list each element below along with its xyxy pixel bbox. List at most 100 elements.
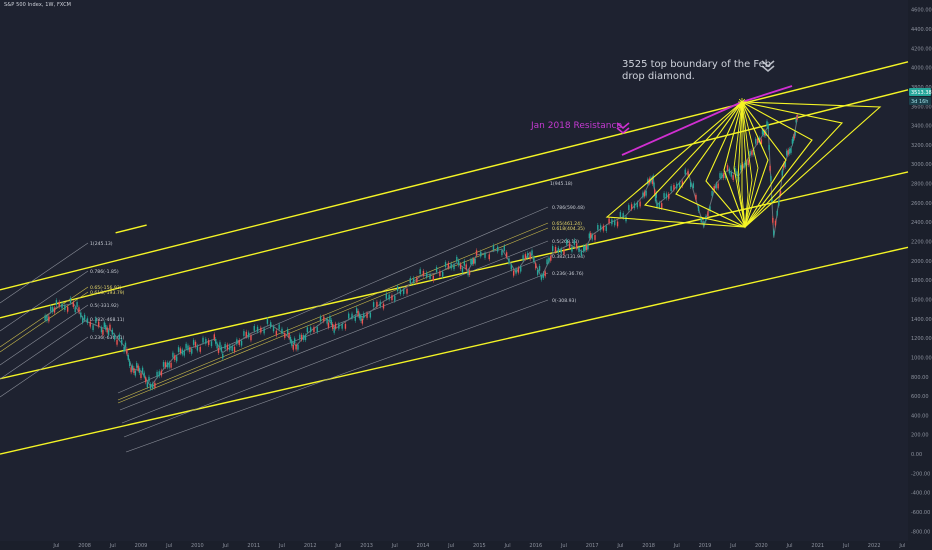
price-chart[interactable]: 4600.004400.004200.004000.003800.003600.…: [0, 0, 932, 550]
y-tick-label: 3400.00: [911, 124, 932, 130]
candle-body: [594, 235, 596, 240]
candle-body: [636, 202, 638, 208]
candle-body: [653, 182, 655, 188]
fib-right-label: 0.618(404.35): [552, 226, 585, 232]
candle-body: [619, 212, 622, 217]
candle-body: [492, 245, 495, 251]
candle-body: [459, 264, 462, 269]
x-tick-label: 2016: [529, 543, 542, 549]
x-tick-label: Jul: [560, 543, 567, 549]
candle-body: [160, 370, 163, 376]
candle-body: [542, 273, 544, 278]
candle-body: [107, 330, 110, 336]
y-tick-label: -600.00: [911, 510, 930, 516]
candle-body: [138, 368, 141, 374]
candle-body: [379, 301, 381, 307]
fib-left-label: 0.5(-331.92): [90, 303, 119, 309]
candle-body: [48, 316, 50, 322]
candle-body: [148, 376, 150, 382]
candle-body: [695, 194, 697, 200]
apex-burst-ray: [738, 98, 743, 103]
candle-body: [588, 233, 591, 239]
y-tick-label: 0.00: [911, 452, 922, 458]
candle-body: [781, 170, 783, 176]
candle-body: [192, 340, 195, 345]
candle-body: [687, 170, 689, 176]
candle-body: [80, 312, 82, 318]
x-tick-label: 2022: [868, 543, 881, 549]
candle-body: [700, 217, 702, 223]
candle-body: [786, 150, 788, 156]
candle-body: [313, 327, 315, 333]
x-tick-label: Jul: [504, 543, 511, 549]
candle-body: [643, 191, 646, 197]
candle-body: [726, 165, 729, 171]
candle-body: [512, 270, 515, 276]
y-tick-label: 2800.00: [911, 182, 932, 188]
fib-right-label: 0.236(-36.76): [552, 271, 584, 277]
candle-body: [732, 175, 734, 180]
candle-body: [739, 165, 742, 171]
chart-canvas[interactable]: 4600.00 4400.00 4200.00 4000.00 3800.00 3600.…: [0, 0, 932, 550]
candle-body: [591, 234, 593, 240]
candle-body: [776, 210, 778, 216]
candle-body: [533, 256, 535, 262]
candle-body: [403, 289, 405, 294]
candle-body: [456, 256, 458, 262]
candle-body: [86, 318, 89, 324]
candle-body: [774, 220, 777, 226]
y-tick-label: 1000.00: [911, 355, 932, 361]
price-badge-lower-text: 3d 16h: [911, 99, 928, 105]
y-tick-label: 4600.00: [911, 8, 932, 14]
candle-body: [563, 249, 565, 255]
candle-body: [628, 205, 630, 210]
candle-body: [216, 343, 218, 349]
candle-body: [288, 333, 290, 338]
candle-body: [409, 278, 411, 283]
candle-body: [179, 348, 182, 354]
candle-body: [412, 277, 415, 283]
candle-body: [788, 148, 791, 154]
candle-body: [126, 348, 128, 354]
y-tick-label: -200.00: [911, 471, 930, 477]
candle-body: [435, 267, 438, 273]
candle-body: [540, 274, 543, 280]
candle-body: [334, 323, 337, 329]
x-tick-label: 2018: [642, 543, 655, 549]
candle-body: [129, 361, 131, 367]
candle-body: [396, 286, 399, 292]
candle-body: [429, 274, 431, 280]
candle-body: [338, 323, 340, 329]
candle-body: [189, 347, 191, 353]
x-tick-label: Jul: [165, 543, 172, 549]
candle-body: [51, 307, 54, 313]
candle-body: [185, 343, 187, 349]
channel-upper-line: [0, 61, 909, 291]
candle-body: [215, 338, 217, 344]
candle-body: [168, 362, 170, 368]
y-tick-label: 1400.00: [911, 317, 932, 323]
candle-body: [597, 224, 599, 230]
candle-body: [284, 333, 286, 338]
x-tick-label: Jul: [222, 543, 229, 549]
candle-body: [329, 316, 331, 321]
candle-body: [422, 270, 425, 276]
y-tick-label: 3200.00: [911, 143, 932, 149]
candle-body: [497, 246, 499, 252]
candle-body: [366, 313, 368, 318]
candle-body: [304, 335, 307, 341]
candle-body: [118, 334, 121, 340]
candle-body: [83, 314, 86, 320]
candle-body: [719, 173, 721, 178]
y-tick-label: 400.00: [911, 413, 929, 419]
x-tick-label: 2021: [811, 543, 824, 549]
candle-body: [416, 277, 418, 283]
candle-body: [689, 182, 692, 188]
y-tick-label: 4200.00: [911, 46, 932, 52]
candle-body: [55, 300, 58, 305]
candle-body: [351, 313, 353, 319]
candle-body: [668, 193, 670, 199]
candle-body: [76, 302, 78, 307]
candle-body: [444, 262, 447, 267]
candle-body: [286, 329, 289, 334]
